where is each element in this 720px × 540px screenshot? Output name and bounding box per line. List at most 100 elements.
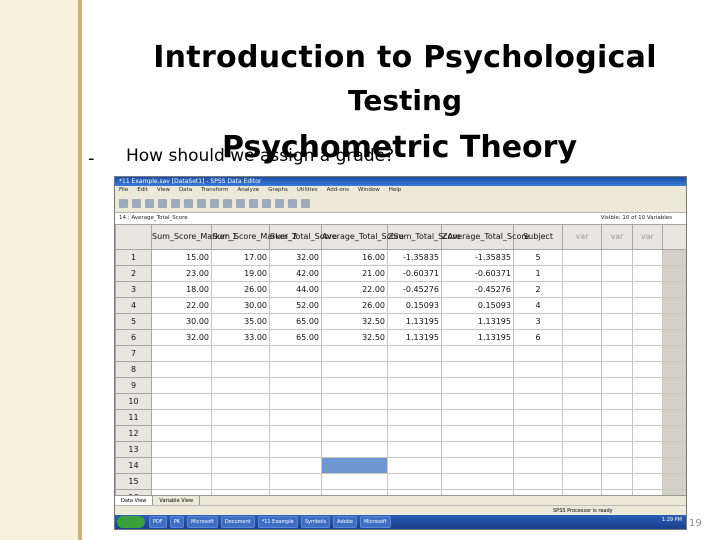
grid-cell[interactable] — [269, 361, 322, 378]
row-number[interactable]: 14 — [115, 457, 152, 474]
column-header[interactable]: var — [632, 224, 663, 250]
row-number[interactable]: 7 — [115, 345, 152, 362]
grid-cell[interactable] — [513, 425, 563, 442]
grid-cell[interactable]: 0.15093 — [441, 297, 514, 314]
grid-cell[interactable] — [601, 425, 633, 442]
taskbar-item[interactable]: Microsoft — [187, 516, 218, 528]
grid-cell[interactable]: -0.60371 — [387, 265, 442, 282]
grid-cell[interactable] — [441, 441, 514, 458]
grid-cell[interactable] — [269, 377, 322, 394]
grid-cell[interactable] — [562, 441, 602, 458]
taskbar-item[interactable]: *11 Example — [257, 516, 298, 528]
row-number[interactable]: 8 — [115, 361, 152, 378]
redo-icon[interactable] — [184, 199, 193, 208]
column-header[interactable]: Sum_Total_Score — [269, 224, 337, 250]
row-number[interactable]: 6 — [115, 329, 152, 346]
grid-cell[interactable] — [151, 425, 212, 442]
grid-cell[interactable] — [387, 473, 442, 490]
grid-cell[interactable] — [211, 441, 270, 458]
grid-cell[interactable]: 1.13195 — [387, 313, 442, 330]
grid-cell[interactable]: 17.00 — [211, 249, 270, 266]
print-icon[interactable] — [145, 199, 154, 208]
grid-cell[interactable] — [632, 377, 663, 394]
save-icon[interactable] — [132, 199, 141, 208]
grid-cell[interactable] — [387, 361, 442, 378]
grid-cell[interactable] — [441, 473, 514, 490]
grid-cell[interactable] — [601, 329, 633, 346]
grid-cell[interactable] — [562, 377, 602, 394]
grid-cell[interactable] — [513, 361, 563, 378]
grid-cell[interactable] — [601, 409, 633, 426]
grid-cell[interactable] — [513, 409, 563, 426]
grid-cell[interactable] — [632, 441, 663, 458]
grid-cell[interactable]: 26.00 — [211, 281, 270, 298]
grid-cell[interactable] — [211, 393, 270, 410]
grid-cell[interactable] — [151, 457, 212, 474]
taskbar-item[interactable]: Symbols — [300, 516, 331, 528]
grid-cell[interactable] — [151, 393, 212, 410]
grid-cell[interactable] — [441, 425, 514, 442]
grid-cell[interactable]: 65.00 — [269, 313, 322, 330]
grid-cell[interactable]: -1.35835 — [387, 249, 442, 266]
taskbar-item[interactable]: PK — [169, 516, 185, 528]
weight-cases-icon[interactable] — [275, 199, 284, 208]
grid-cell[interactable] — [151, 361, 212, 378]
grid-cell[interactable]: 15.00 — [151, 249, 212, 266]
grid-cell[interactable] — [269, 393, 322, 410]
row-number[interactable]: 5 — [115, 313, 152, 330]
start-button[interactable] — [117, 516, 145, 528]
grid-cell[interactable] — [513, 345, 563, 362]
grid-cell[interactable] — [321, 441, 388, 458]
grid-cell[interactable]: 2 — [513, 281, 563, 298]
grid-cell[interactable] — [269, 441, 322, 458]
grid-cell[interactable] — [151, 473, 212, 490]
grid-cell[interactable] — [321, 361, 388, 378]
grid-cell[interactable] — [151, 441, 212, 458]
grid-cell[interactable]: 4 — [513, 297, 563, 314]
grid-cell[interactable]: 1.13195 — [387, 329, 442, 346]
grid-cell[interactable] — [387, 377, 442, 394]
column-header[interactable]: Sum_Score_Marker_1 — [151, 224, 237, 250]
grid-cell[interactable] — [441, 393, 514, 410]
grid-cell[interactable] — [441, 345, 514, 362]
grid-cell[interactable] — [441, 409, 514, 426]
grid-cell[interactable]: 32.50 — [321, 313, 388, 330]
grid-cell[interactable] — [601, 249, 633, 266]
grid-cell[interactable] — [387, 409, 442, 426]
row-number[interactable]: 12 — [115, 425, 152, 442]
grid-cell[interactable]: 32.00 — [269, 249, 322, 266]
taskbar-item[interactable]: PDF — [149, 516, 167, 528]
row-number[interactable]: 4 — [115, 297, 152, 314]
menu-item[interactable]: Analyze — [237, 186, 259, 195]
menu-item[interactable]: Utilities — [297, 186, 318, 195]
grid-cell[interactable] — [601, 377, 633, 394]
grid-cell[interactable] — [562, 457, 602, 474]
grid-cell[interactable] — [321, 345, 388, 362]
row-number[interactable]: 10 — [115, 393, 152, 410]
grid-cell[interactable] — [513, 457, 563, 474]
grid-cell[interactable] — [151, 409, 212, 426]
menu-item[interactable]: Window — [358, 186, 380, 195]
grid-cell[interactable]: -0.45276 — [387, 281, 442, 298]
grid-cell[interactable] — [441, 457, 514, 474]
grid-cell[interactable] — [513, 377, 563, 394]
grid-cell[interactable] — [562, 409, 602, 426]
menu-item[interactable]: View — [157, 186, 170, 195]
column-header[interactable]: ZSum_Total_Score — [387, 224, 461, 250]
grid-cell[interactable] — [601, 473, 633, 490]
grid-cell[interactable] — [632, 345, 663, 362]
menu-item[interactable]: Data — [179, 186, 192, 195]
grid-cell[interactable] — [151, 377, 212, 394]
insert-variable-icon[interactable] — [249, 199, 258, 208]
row-number[interactable]: 9 — [115, 377, 152, 394]
grid-cell[interactable] — [601, 345, 633, 362]
row-number[interactable]: 15 — [115, 473, 152, 490]
split-file-icon[interactable] — [262, 199, 271, 208]
grid-cell[interactable] — [513, 473, 563, 490]
open-icon[interactable] — [119, 199, 128, 208]
grid-cell[interactable]: 5 — [513, 249, 563, 266]
taskbar-item[interactable]: Document — [220, 516, 255, 528]
grid-cell[interactable] — [632, 329, 663, 346]
undo-icon[interactable] — [171, 199, 180, 208]
grid-cell[interactable]: 30.00 — [211, 297, 270, 314]
